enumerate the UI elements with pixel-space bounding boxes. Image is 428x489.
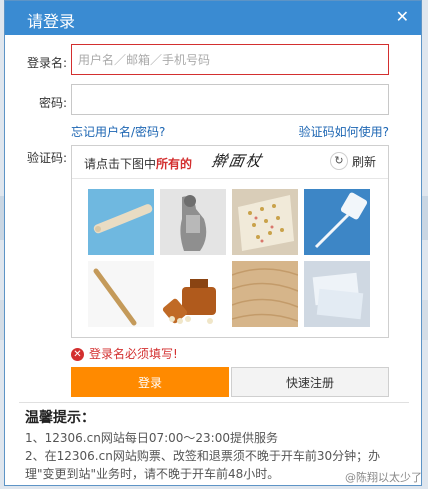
captcha-refresh-button[interactable]: ↻ 刷新 [329,152,376,172]
error-text: 登录名必须填写! [89,347,178,361]
floral-fabric-image [232,189,298,255]
captcha-tile-figure[interactable] [160,189,226,255]
captcha-tile-rolling-pin[interactable] [88,189,154,255]
error-icon: ✕ [71,348,84,361]
login-button[interactable]: 登录 [71,367,229,397]
watermark-text: @陈翔以太少了 [345,471,422,484]
dialog-title: 请登录 [27,12,76,31]
captcha-help-link[interactable]: 验证码如何使用? [299,123,389,140]
captcha-tile-wood-board[interactable] [232,261,298,327]
password-input[interactable] [71,84,389,115]
captcha-header: 请点击下图中所有的 擀面杖 ↻ 刷新 [72,146,388,179]
captcha-prompt: 请点击下图中所有的 [84,155,192,172]
captcha-tile-towels[interactable] [304,261,370,327]
divider [19,402,409,403]
tip-line-1: 1、12306.cn网站每日07:00～23:00提供服务 [25,431,278,445]
close-icon[interactable]: ✕ [396,7,409,26]
captcha-prompt-prefix: 请点击下图中 [84,157,157,171]
wood-board-image [232,261,298,327]
quick-register-button[interactable]: 快速注册 [231,367,389,397]
captcha-refresh-label: 刷新 [351,154,376,169]
username-input[interactable] [71,44,389,75]
captcha-tile-wooden-stick[interactable] [88,261,154,327]
tips-title: 温馨提示： [25,410,95,426]
captcha-prompt-emphasis: 所有的 [156,157,193,171]
fly-swatter-image [304,189,370,255]
error-message: ✕ 登录名必须填写! [71,345,178,362]
login-dialog: 请登录 ✕ 登录名: 密码: 忘记用户名/密码? 验证码如何使用? 验证码: 请… [4,0,422,486]
towels-image [304,261,370,327]
forgot-password-link[interactable]: 忘记用户名/密码? [71,123,165,140]
captcha-panel: 请点击下图中所有的 擀面杖 ↻ 刷新 [71,145,389,338]
captcha-label: 验证码: [26,151,67,165]
captcha-tile-fly-swatter[interactable] [304,189,370,255]
captcha-target-word: 擀面杖 [210,152,265,170]
username-label: 登录名: [26,56,67,70]
captcha-tile-fabric[interactable] [232,189,298,255]
captcha-tile-medicine-bottles[interactable] [160,261,226,327]
dialog-titlebar: 请登录 ✕ [5,1,421,35]
password-label: 密码: [38,96,67,110]
figure-image [160,189,226,255]
refresh-icon: ↻ [329,152,348,170]
wooden-stick-image [88,261,154,327]
rolling-pin-image [88,189,154,255]
medicine-bottles-image [160,261,226,327]
